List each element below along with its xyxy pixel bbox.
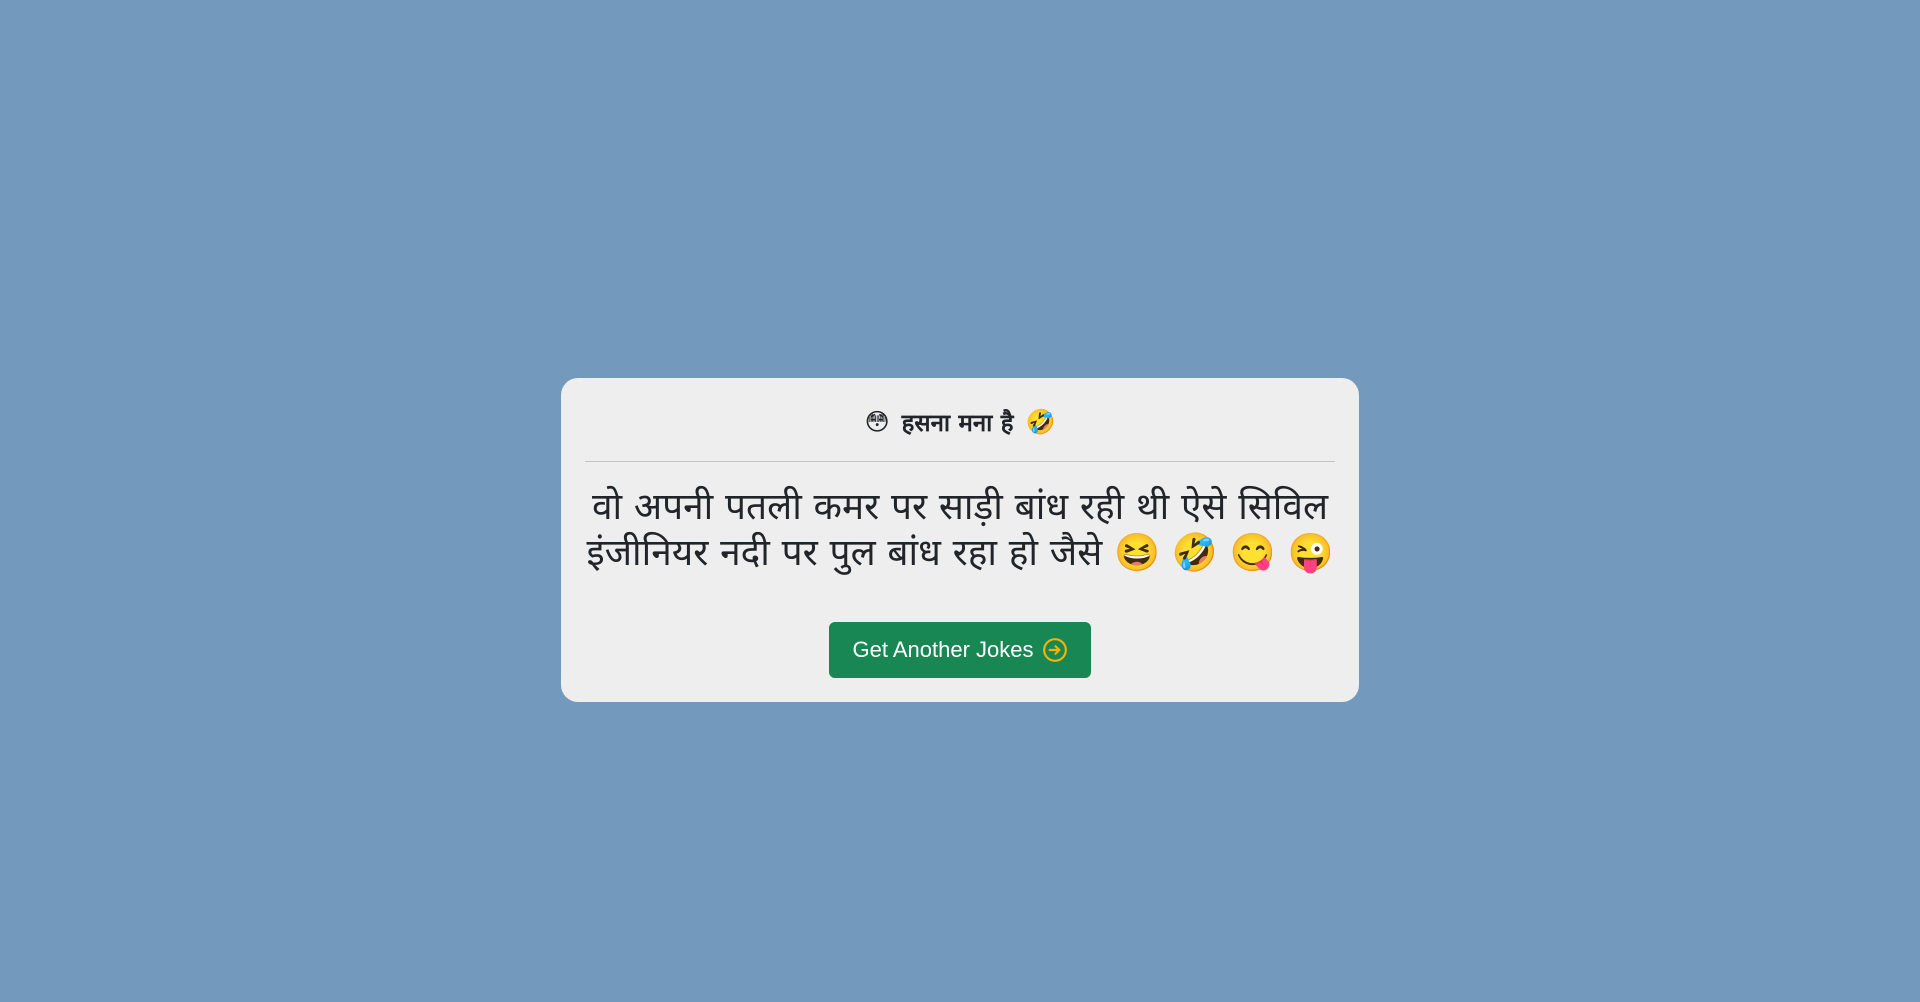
- card-title: हसना मना है: [901, 408, 1014, 437]
- arrow-right-circle-icon: [1042, 638, 1067, 662]
- joke-text: वो अपनी पतली कमर पर साड़ी बांध रही थी ऐस…: [586, 485, 1334, 574]
- flushed-face-icon: 😳: [864, 408, 890, 436]
- divider: [585, 461, 1335, 462]
- joke-card: 😳 हसना मना है 🤣 वो अपनी पतली कमर पर साड़…: [561, 378, 1359, 702]
- get-another-jokes-label: Get Another Jokes: [852, 637, 1034, 662]
- card-header: 😳 हसना मना है 🤣: [561, 402, 1359, 442]
- get-another-jokes-button[interactable]: Get Another Jokes: [829, 622, 1091, 678]
- rolling-laughing-face-icon: 🤣: [1025, 408, 1056, 436]
